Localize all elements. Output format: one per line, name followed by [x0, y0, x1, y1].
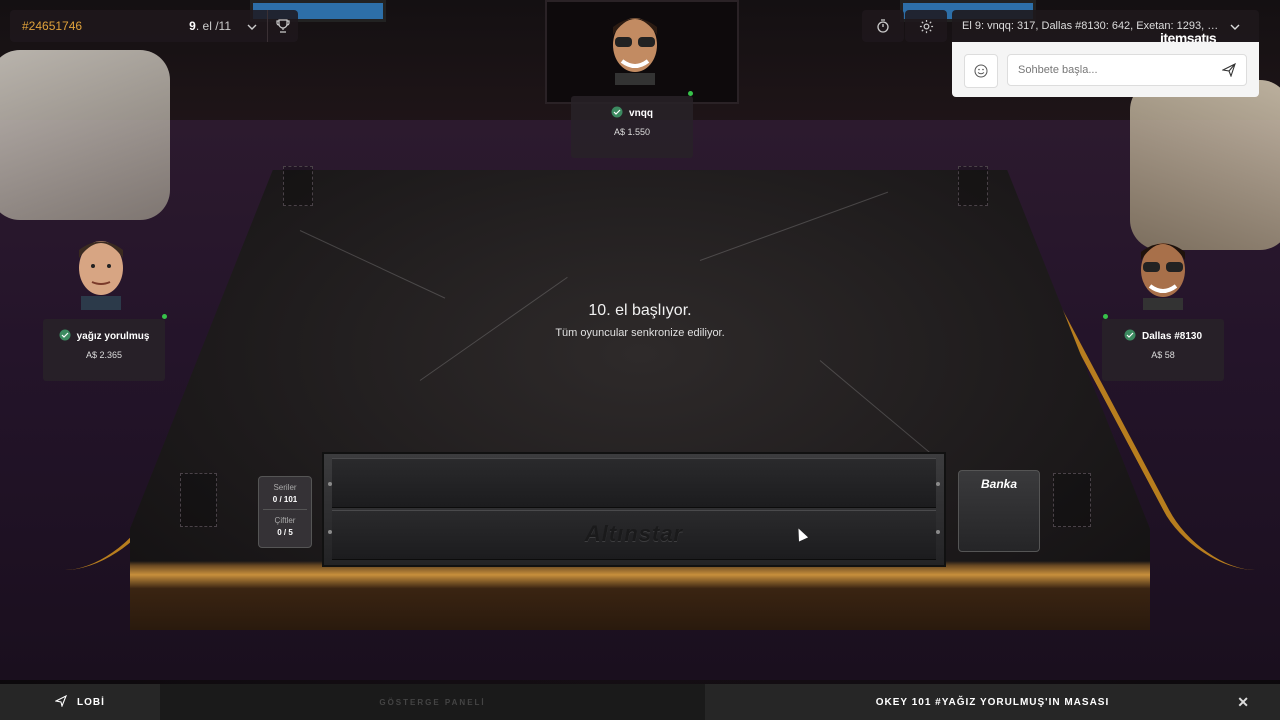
lobby-button[interactable]: LOBİ	[0, 684, 160, 720]
send-icon[interactable]	[1221, 62, 1236, 80]
rack-row-lower[interactable]: Altınstar	[332, 510, 936, 560]
table-title-text: OKEY 101 #YAĞIZ YORULMUŞ'IN MASASI	[875, 696, 1110, 708]
lobby-label: LOBİ	[77, 696, 105, 708]
rivet	[328, 482, 332, 486]
shield-icon	[59, 329, 71, 344]
bank-pile[interactable]: Banka	[958, 470, 1040, 552]
round-info: 9. el /11	[189, 19, 231, 33]
shield-icon	[611, 106, 623, 121]
discard-slot-bottom-right[interactable]	[1053, 473, 1091, 527]
gear-icon[interactable]	[905, 10, 947, 42]
table-title: OKEY 101 #YAĞIZ YORULMUŞ'IN MASASI ✕	[705, 684, 1280, 720]
seat-right	[1130, 80, 1280, 250]
player-name-left: yağız yorulmuş	[76, 331, 150, 342]
game-info-bar: #24651746 9. el /11	[10, 10, 298, 42]
rack-row-upper[interactable]	[332, 458, 936, 508]
dashboard-label[interactable]: GÖSTERGE PANELİ	[160, 684, 705, 720]
round-status-title: 10. el başlıyor.	[588, 302, 692, 319]
chat-box: Sohbete başla...	[952, 42, 1259, 97]
chat-input[interactable]: Sohbete başla...	[1007, 54, 1247, 86]
player-balance-left: A$ 2.365	[85, 350, 123, 360]
round-current: 9	[189, 19, 196, 33]
rivet	[936, 482, 940, 486]
player-balance-top: A$ 1.550	[613, 127, 651, 137]
avatar-right	[1141, 243, 1185, 310]
discard-slot-top-right[interactable]	[958, 166, 988, 206]
chevron-down-icon[interactable]	[1230, 19, 1240, 33]
seat-left	[0, 50, 170, 220]
round-status-subtitle: Tüm oyuncular senkronize ediliyor.	[555, 327, 725, 339]
player-balance-right: A$ 58	[1151, 350, 1175, 360]
series-value: 0 / 101	[272, 495, 298, 504]
discard-slot-bottom-left[interactable]	[180, 473, 217, 527]
shield-icon	[1124, 329, 1136, 344]
pairs-label: Çiftler	[274, 516, 296, 525]
chat-placeholder: Sohbete başla...	[1018, 64, 1098, 76]
player-name-top: vnqq	[629, 108, 653, 119]
avatar-top	[613, 18, 657, 85]
series-label: Seriler	[273, 483, 297, 492]
round-suffix: . el /11	[195, 19, 231, 33]
timer-icon[interactable]	[862, 10, 904, 42]
player-card-top[interactable]: vnqq A$ 1.550	[571, 96, 693, 158]
emoji-button[interactable]	[964, 54, 998, 88]
bottom-bar: LOBİ GÖSTERGE PANELİ OKEY 101 #YAĞIZ YOR…	[0, 684, 1280, 720]
divider	[263, 509, 307, 510]
player-name-right: Dallas #8130	[1141, 331, 1203, 342]
avatar-left	[79, 241, 123, 310]
player-card-left[interactable]: yağız yorulmuş A$ 2.365	[43, 319, 165, 381]
smiley-icon	[974, 64, 988, 78]
player-card-right[interactable]: Dallas #8130 A$ 58	[1102, 319, 1224, 381]
navigate-icon	[54, 694, 68, 710]
trophy-icon[interactable]	[267, 10, 298, 42]
pairs-value: 0 / 5	[277, 528, 293, 537]
rivet	[328, 530, 332, 534]
rivet	[936, 530, 940, 534]
chevron-down-icon[interactable]	[237, 19, 267, 33]
rack-brand: Altınstar	[584, 521, 684, 546]
game-id: #24651746	[22, 19, 83, 33]
close-icon[interactable]: ✕	[1237, 694, 1250, 711]
bank-label: Banka	[980, 477, 1018, 491]
score-panel: Seriler 0 / 101 Çiftler 0 / 5	[258, 476, 312, 548]
discard-slot-top-left[interactable]	[283, 166, 313, 206]
tile-rack[interactable]: Altınstar	[322, 452, 946, 567]
